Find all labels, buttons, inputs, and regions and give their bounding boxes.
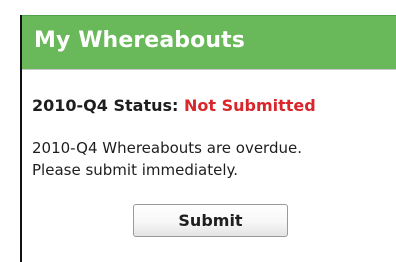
panel-header: My Whereabouts — [22, 15, 396, 70]
message-line-2: Please submit immediately. — [32, 161, 239, 179]
status-line: 2010-Q4 Status: Not Submitted — [32, 96, 316, 115]
status-label: 2010-Q4 Status: — [32, 96, 179, 115]
whereabouts-panel: My Whereabouts 2010-Q4 Status: Not Submi… — [20, 15, 396, 262]
submit-button[interactable]: Submit — [133, 204, 288, 237]
panel-title: My Whereabouts — [34, 28, 245, 53]
message-line-1: 2010-Q4 Whereabouts are overdue. — [32, 139, 302, 157]
overdue-message: 2010-Q4 Whereabouts are overdue. Please … — [32, 137, 394, 181]
status-value: Not Submitted — [183, 96, 316, 115]
